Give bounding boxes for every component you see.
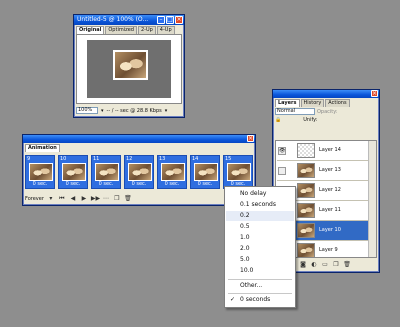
frame-thumbnail [29,163,53,181]
animation-toolbar: Forever ▾ ⏮ ◀ ▶ ▶▶ ⋯ ❐ 🗑 [25,194,253,203]
frame-delay[interactable]: 0 sec. [191,181,219,188]
tab-actions[interactable]: Actions [325,99,350,107]
animation-frame[interactable]: 14 0 sec. [190,155,220,189]
document-title: Untitled-5 @ 100% (O... [77,16,149,23]
layers-options: Normal Opacity: [273,107,379,116]
loop-select[interactable]: Forever [25,196,44,202]
tab-original[interactable]: Original [76,26,105,34]
frames-strip: 9 0 sec. 10 0 sec. 11 0 sec. 12 0 sec. 1… [25,155,253,193]
frame-delay[interactable]: 0 sec. [92,181,120,188]
menu-item-0-5[interactable]: 0.5 [226,222,294,232]
layer-row[interactable]: Layer 13 [277,161,368,181]
chevron-down-icon[interactable]: ▾ [101,108,104,114]
menu-item-0-2[interactable]: 0.2 [226,211,294,221]
next-frame-icon[interactable]: ▶▶ [91,195,100,203]
mask-icon[interactable]: ◙ [299,261,307,269]
menu-item-other[interactable]: Other... [226,281,294,291]
animation-frame[interactable]: 10 0 sec. [58,155,88,189]
frame-thumbnail [95,163,119,181]
maximize-icon[interactable]: □ [166,16,174,24]
menu-item-1-0[interactable]: 1.0 [226,233,294,243]
tween-icon[interactable]: ⋯ [102,195,110,203]
frame-delay[interactable]: 0 sec. [125,181,153,188]
new-layer-icon[interactable]: ❐ [332,261,340,269]
menu-item-5-0[interactable]: 5.0 [226,255,294,265]
frame-thumbnail [128,163,152,181]
frame-thumbnail [194,163,218,181]
download-time-status: -- / -- sec @ 28.8 Kbps [106,107,162,114]
animation-tabs: Animation [23,143,255,152]
animation-frame[interactable]: 15 0 sec. [223,155,253,189]
frame-thumbnail [161,163,185,181]
layer-thumbnail [297,243,315,257]
tab-optimized[interactable]: Optimized [105,26,137,34]
layer-row[interactable]: 👁 Layer 14 [277,141,368,161]
menu-separator [228,293,292,294]
layer-thumbnail [297,223,315,238]
minimize-icon[interactable]: – [157,16,165,24]
lock-icon[interactable]: 🔒 [275,117,281,123]
animation-titlebar[interactable]: × [23,135,255,143]
frame-delay[interactable]: 0 sec. [158,181,186,188]
animation-panel: × Animation 9 0 sec. 10 0 sec. 11 0 sec.… [22,134,256,206]
frame-delay[interactable]: 0 sec. [26,181,54,188]
trash-icon[interactable]: 🗑 [343,261,351,269]
layer-thumbnail [297,143,315,158]
menu-item-0-1[interactable]: 0.1 seconds [226,200,294,210]
adjustment-icon[interactable]: ◐ [310,261,318,269]
layers-options-2: 🔒 Unify: [273,116,379,124]
chevron-down-icon[interactable]: ▾ [165,108,168,114]
blend-mode-select[interactable]: Normal [275,108,315,115]
zoom-select[interactable]: 100% [76,107,98,114]
previous-frame-icon[interactable]: ◀ [69,195,77,203]
menu-item-current[interactable]: ✓ 0 seconds [226,295,294,305]
animation-frame[interactable]: 13 0 sec. [157,155,187,189]
animation-frame[interactable]: 12 0 sec. [124,155,154,189]
first-frame-icon[interactable]: ⏮ [58,195,66,203]
opacity-label: Opacity: [317,108,338,115]
animation-frame[interactable]: 11 0 sec. [91,155,121,189]
frame-delay[interactable]: 0 sec. [59,181,87,188]
frame-delay-menu: No delay 0.1 seconds 0.2 0.5 1.0 2.0 5.0… [224,186,296,308]
tab-layers[interactable]: Layers [275,99,300,107]
duplicate-frame-icon[interactable]: ❐ [113,195,121,203]
eye-icon[interactable]: 👁 [278,147,286,155]
folder-icon[interactable]: ▭ [321,261,329,269]
close-icon[interactable]: × [175,16,183,24]
document-statusbar: 100% ▾ -- / -- sec @ 28.8 Kbps ▾ [74,106,184,115]
eye-icon[interactable] [278,167,286,175]
layers-tabs: Layers History Actions [273,98,379,107]
layers-scrollbar[interactable] [368,141,376,257]
canvas-image [113,50,148,80]
menu-item-no-delay[interactable]: No delay [226,189,294,199]
document-canvas[interactable] [76,34,182,104]
document-window: Untitled-5 @ 100% (O... – □ × Original O… [73,14,185,118]
tab-animation[interactable]: Animation [25,144,60,152]
preview-tabs: Original Optimized 2-Up 4-Up [74,25,184,34]
layer-thumbnail [297,183,315,198]
layer-thumbnail [297,203,315,218]
play-icon[interactable]: ▶ [80,195,88,203]
frame-thumbnail [227,163,251,181]
unify-label: Unify: [303,117,318,123]
tab-2-up[interactable]: 2-Up [137,26,156,34]
tab-4-up[interactable]: 4-Up [156,26,175,34]
menu-item-10-0[interactable]: 10.0 [226,266,294,276]
chevron-down-icon[interactable]: ▾ [47,195,55,203]
layer-thumbnail [297,163,315,178]
document-titlebar[interactable]: Untitled-5 @ 100% (O... – □ × [74,15,184,25]
frame-thumbnail [62,163,86,181]
tab-history[interactable]: History [300,99,325,107]
close-icon[interactable]: × [371,90,378,97]
menu-separator [228,279,292,280]
layers-titlebar[interactable]: × [273,90,379,98]
delete-frame-icon[interactable]: 🗑 [124,195,132,203]
current-delay-label: 0 seconds [240,296,271,303]
close-icon[interactable]: × [247,135,254,142]
menu-item-2-0[interactable]: 2.0 [226,244,294,254]
animation-frame[interactable]: 9 0 sec. [25,155,55,189]
checkmark-icon: ✓ [230,296,236,303]
